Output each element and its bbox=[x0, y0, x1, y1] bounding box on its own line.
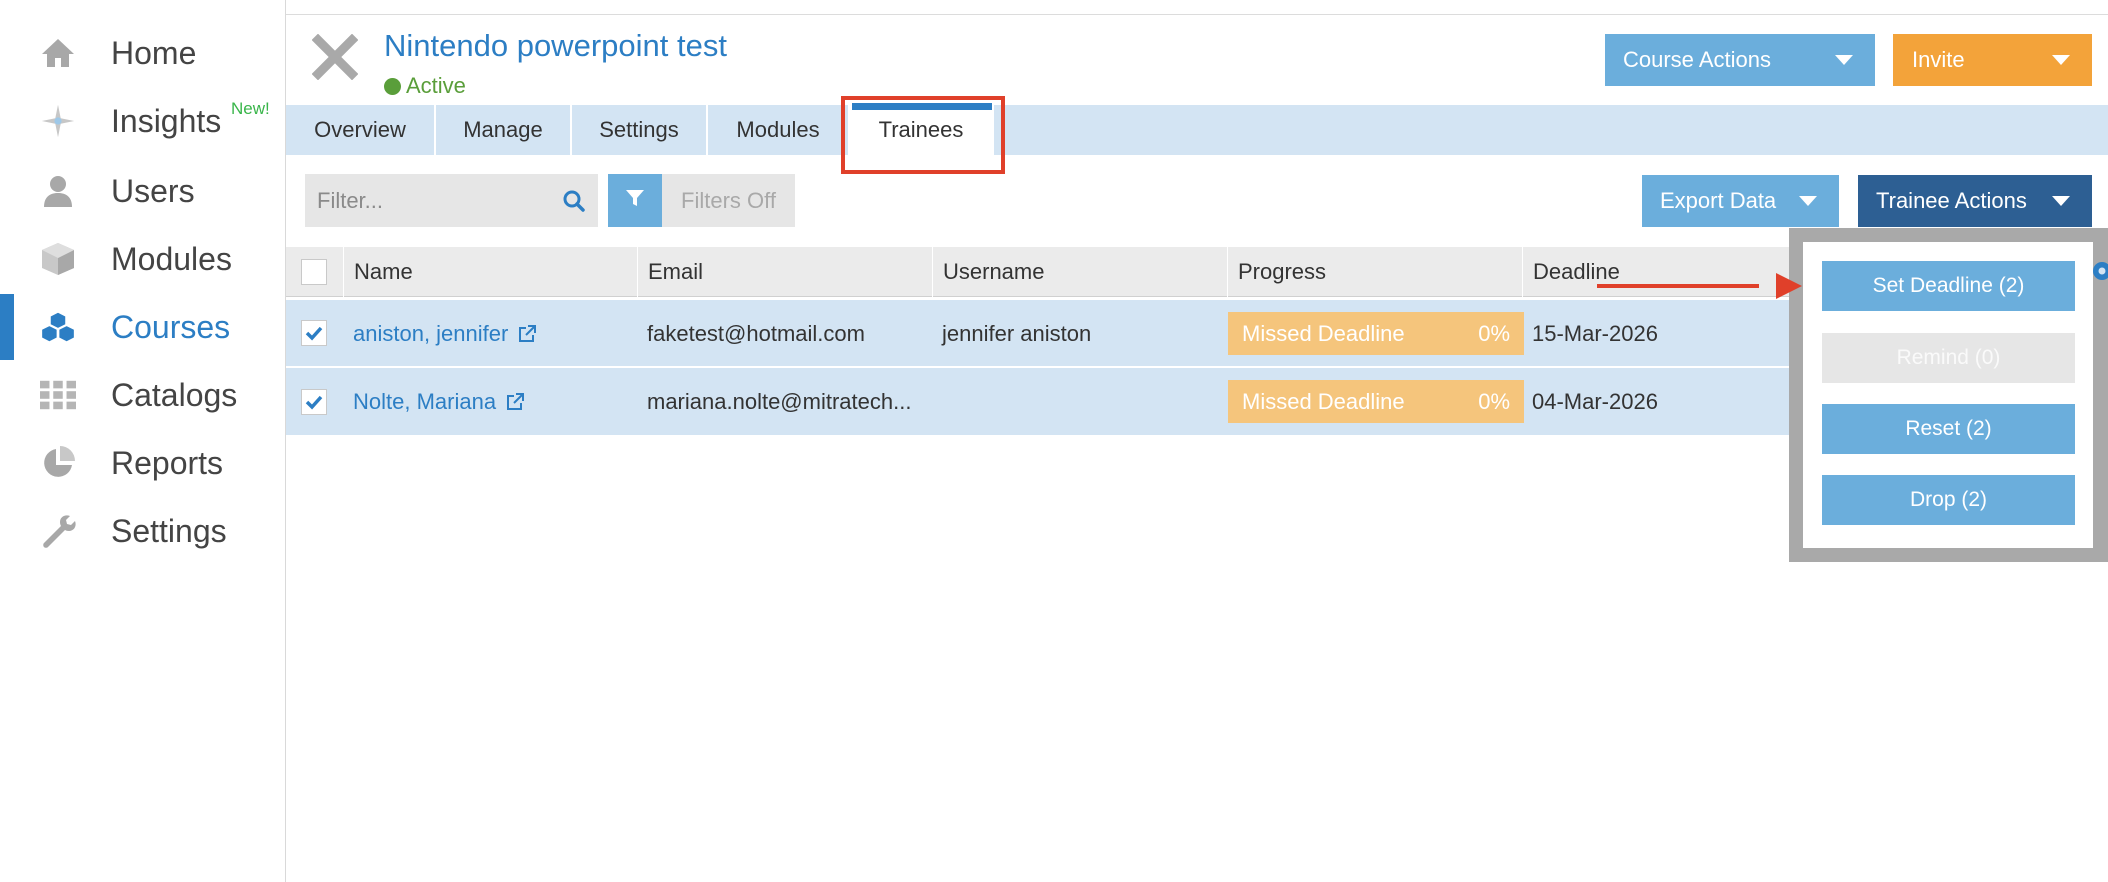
tab-label: Modules bbox=[736, 117, 820, 142]
sidebar-item-label: Catalogs bbox=[111, 376, 238, 413]
pie-chart-icon bbox=[40, 445, 76, 481]
courses-cubes-icon bbox=[40, 309, 76, 345]
annotation-highlight-box bbox=[841, 96, 1005, 174]
sidebar-item-label: Insights bbox=[111, 102, 222, 139]
export-data-label: Export Data bbox=[1660, 188, 1777, 213]
trainee-actions-label: Trainee Actions bbox=[1876, 188, 2027, 213]
checkmark-icon bbox=[305, 326, 323, 341]
tab-label: Manage bbox=[463, 117, 543, 142]
close-icon[interactable] bbox=[311, 33, 359, 81]
sidebar-item-home[interactable]: Home bbox=[0, 23, 286, 83]
sidebar-item-catalogs[interactable]: Catalogs bbox=[0, 365, 286, 425]
progress-percent: 0% bbox=[1478, 320, 1510, 346]
export-data-button[interactable]: Export Data bbox=[1642, 175, 1839, 227]
trainee-name-link[interactable]: Nolte, Mariana bbox=[353, 368, 525, 435]
search-icon[interactable] bbox=[561, 188, 587, 214]
caret-down-icon bbox=[2052, 55, 2070, 65]
progress-bar: Missed Deadline 0% bbox=[1228, 312, 1524, 355]
sidebar-item-modules[interactable]: Modules bbox=[0, 229, 286, 289]
catalog-grid-icon bbox=[40, 377, 76, 413]
trainee-actions-button[interactable]: Trainee Actions bbox=[1858, 175, 2092, 227]
sidebar-item-label: Home bbox=[111, 34, 197, 71]
external-link-icon bbox=[517, 324, 537, 344]
sidebar-item-label: Settings bbox=[111, 512, 227, 549]
reset-menu-item[interactable]: Reset (2) bbox=[1822, 404, 2075, 454]
caret-down-icon bbox=[1835, 55, 1853, 65]
status-badge: Active bbox=[406, 73, 466, 98]
tab-modules[interactable]: Modules bbox=[708, 105, 850, 155]
filter-toggle-button[interactable] bbox=[608, 174, 662, 227]
status-dot-icon bbox=[384, 78, 401, 95]
new-badge: New! bbox=[231, 99, 270, 118]
remind-menu-item: Remind (0) bbox=[1822, 333, 2075, 383]
row-checkbox[interactable] bbox=[301, 389, 327, 415]
caret-down-icon bbox=[2052, 196, 2070, 206]
sidebar-item-label: Reports bbox=[111, 444, 224, 481]
column-header-username[interactable]: Username bbox=[932, 247, 1227, 297]
column-header-name[interactable]: Name bbox=[343, 247, 637, 297]
funnel-icon bbox=[624, 187, 646, 214]
checkmark-icon bbox=[305, 395, 323, 410]
trainee-name: aniston, jennifer bbox=[353, 320, 509, 346]
column-header-progress[interactable]: Progress bbox=[1227, 247, 1522, 297]
trainee-name-link[interactable]: aniston, jennifer bbox=[353, 300, 537, 367]
progress-status: Missed Deadline bbox=[1242, 388, 1405, 414]
course-actions-label: Course Actions bbox=[1623, 47, 1771, 72]
set-deadline-menu-item[interactable]: Set Deadline (2) bbox=[1822, 261, 2075, 311]
home-icon bbox=[40, 35, 76, 71]
module-box-icon bbox=[40, 241, 76, 277]
sidebar-item-reports[interactable]: Reports bbox=[0, 433, 286, 493]
course-actions-button[interactable]: Course Actions bbox=[1605, 34, 1875, 86]
annotation-arrow-icon bbox=[1776, 273, 1802, 299]
trainee-email: faketest@hotmail.com bbox=[647, 320, 865, 346]
tab-overview[interactable]: Overview bbox=[286, 105, 436, 155]
sidebar-item-settings[interactable]: Settings bbox=[0, 501, 286, 561]
filter-input[interactable] bbox=[305, 174, 598, 227]
user-icon bbox=[40, 173, 76, 209]
page-title: Nintendo powerpoint test bbox=[384, 28, 727, 63]
sidebar-item-courses[interactable]: Courses bbox=[0, 297, 286, 357]
sidebar-item-label: Courses bbox=[111, 308, 231, 345]
insights-icon bbox=[40, 103, 76, 139]
drop-menu-item[interactable]: Drop (2) bbox=[1822, 475, 2075, 525]
filters-status: Filters Off bbox=[662, 174, 795, 227]
caret-down-icon bbox=[1799, 196, 1817, 206]
wrench-icon bbox=[40, 513, 76, 549]
header-divider bbox=[286, 14, 2108, 15]
column-header-email[interactable]: Email bbox=[637, 247, 932, 297]
tab-label: Settings bbox=[599, 117, 679, 142]
gear-icon[interactable] bbox=[2089, 258, 2108, 284]
tab-manage[interactable]: Manage bbox=[436, 105, 572, 155]
select-all-checkbox[interactable] bbox=[301, 259, 327, 285]
external-link-icon bbox=[505, 392, 525, 412]
progress-bar: Missed Deadline 0% bbox=[1228, 380, 1524, 423]
row-checkbox[interactable] bbox=[301, 320, 327, 346]
progress-status: Missed Deadline bbox=[1242, 320, 1405, 346]
sidebar-item-label: Modules bbox=[111, 240, 232, 277]
sidebar-item-label: Users bbox=[111, 172, 195, 209]
invite-label: Invite bbox=[1912, 47, 1965, 72]
trainee-deadline: 15-Mar-2026 bbox=[1532, 320, 1658, 346]
progress-percent: 0% bbox=[1478, 388, 1510, 414]
trainee-username: jennifer aniston bbox=[942, 320, 1092, 346]
sidebar: Home Insights New! Users Modules Courses… bbox=[0, 0, 286, 882]
column-header-deadline[interactable]: Deadline bbox=[1522, 247, 1789, 297]
trainee-deadline: 04-Mar-2026 bbox=[1532, 388, 1658, 414]
trainee-name: Nolte, Mariana bbox=[353, 388, 497, 414]
trainee-email: mariana.nolte@mitratech... bbox=[647, 388, 912, 414]
invite-button[interactable]: Invite bbox=[1893, 34, 2092, 86]
tab-label: Overview bbox=[314, 117, 406, 142]
annotation-arrow-line bbox=[1597, 284, 1759, 288]
sidebar-item-users[interactable]: Users bbox=[0, 161, 286, 221]
tab-settings[interactable]: Settings bbox=[572, 105, 708, 155]
